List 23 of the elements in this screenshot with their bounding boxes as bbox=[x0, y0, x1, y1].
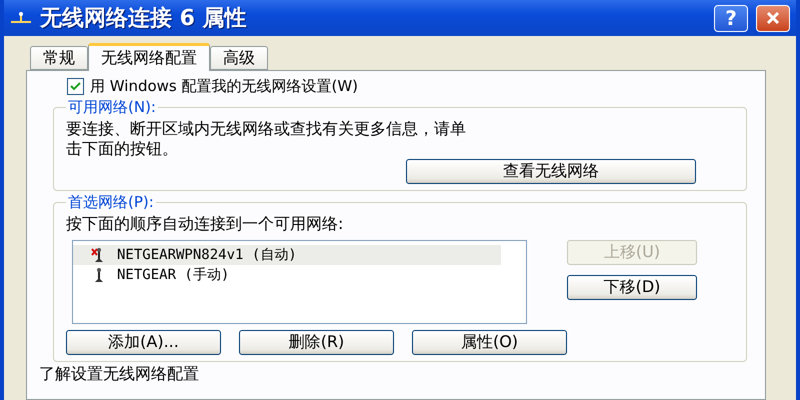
antenna-icon bbox=[10, 10, 32, 26]
action-button[interactable]: 删除(R) bbox=[239, 330, 394, 355]
tab[interactable]: 常规 bbox=[30, 46, 88, 70]
move-down-button[interactable]: 下移(D) bbox=[567, 275, 697, 300]
checkbox-label: 用 Windows 配置我的无线网络设置(W) bbox=[90, 77, 358, 96]
action-button[interactable]: 属性(O) bbox=[412, 330, 567, 355]
action-button[interactable]: 添加(A)... bbox=[66, 330, 221, 355]
close-button[interactable] bbox=[756, 4, 790, 32]
check-icon bbox=[70, 81, 81, 92]
instruction-text: 按下面的顺序自动连接到一个可用网络: bbox=[66, 214, 344, 234]
group-title: 首选网络(P): bbox=[67, 193, 155, 212]
view-networks-button[interactable]: 查看无线网络 bbox=[406, 159, 696, 184]
network-item[interactable]: NETGEARWPN824v1 (自动) bbox=[73, 245, 501, 265]
group-title: 可用网络(N): bbox=[67, 98, 157, 117]
close-icon bbox=[765, 10, 781, 26]
tab[interactable]: 高级 bbox=[210, 46, 268, 70]
network-item[interactable]: NETGEAR (手动) bbox=[73, 265, 501, 285]
window-title: 无线网络连接 6 属性 bbox=[40, 5, 248, 33]
help-button[interactable]: ? bbox=[714, 4, 748, 32]
checkbox[interactable] bbox=[67, 78, 84, 95]
footer-text: 了解设置无线网络配置 bbox=[39, 364, 199, 385]
tab[interactable]: 无线网络配置 bbox=[88, 43, 210, 71]
instruction-text: 要连接、断开区域内无线网络或查找有关更多信息，请单击下面的按钮。 bbox=[66, 119, 466, 159]
